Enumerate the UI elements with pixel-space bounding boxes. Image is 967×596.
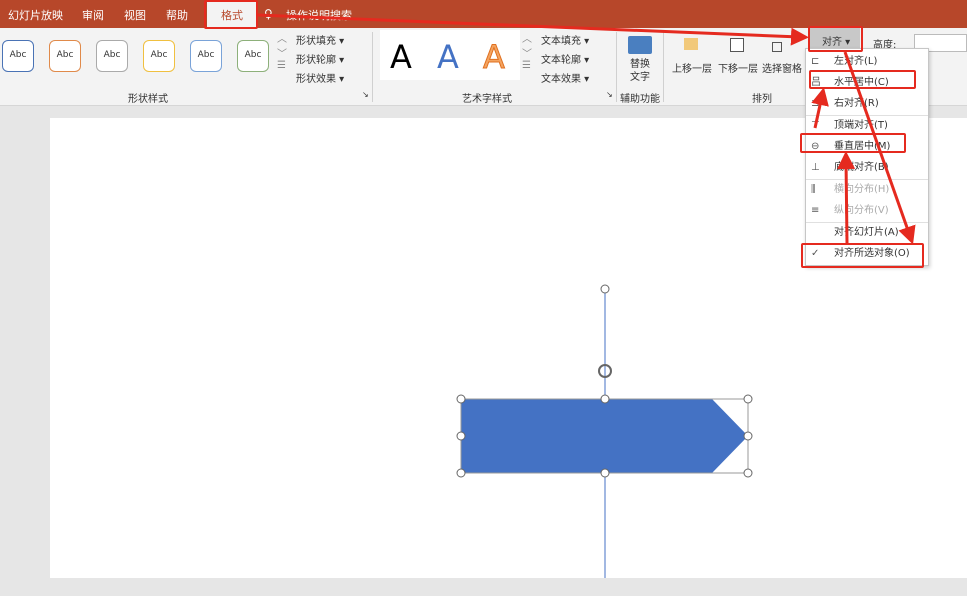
menu-item-label: 纵向分布(V) — [834, 205, 889, 216]
annotation-box-align-selected — [801, 243, 924, 268]
menu-item-label: 对齐幻灯片(A) — [834, 227, 899, 238]
align-bottom-icon: ⊥ — [811, 157, 820, 178]
menu-item-label: 顶端对齐(T) — [834, 120, 888, 131]
menu-item-distribute-vertical[interactable]: ≡ 纵向分布(V) — [806, 200, 928, 221]
menu-item-align-left[interactable]: ⊏ 左对齐(L) — [806, 51, 928, 72]
annotation-box-format-tab — [204, 0, 258, 29]
menu-item-label: 左对齐(L) — [834, 56, 877, 67]
pentagon-arrow-shape — [461, 399, 748, 473]
align-right-icon: ⊐ — [811, 93, 819, 114]
align-left-icon: ⊏ — [811, 51, 819, 72]
menu-item-label: 横向分布(H) — [834, 184, 889, 195]
distribute-vertical-icon: ≡ — [811, 200, 819, 221]
annotation-box-align — [808, 26, 863, 52]
menu-item-label: 右对齐(R) — [834, 98, 879, 109]
menu-item-align-bottom[interactable]: ⊥ 底端对齐(B) — [806, 157, 928, 178]
menu-item-align-to-slide[interactable]: 对齐幻灯片(A) — [806, 222, 928, 243]
menu-item-align-right[interactable]: ⊐ 右对齐(R) — [806, 93, 928, 114]
menu-item-label: 底端对齐(B) — [834, 162, 889, 173]
menu-item-distribute-horizontal[interactable]: ⫼ 横向分布(H) — [806, 179, 928, 200]
resize-handle — [601, 285, 609, 293]
distribute-horizontal-icon: ⫼ — [811, 179, 816, 200]
annotation-box-align-center — [809, 70, 916, 89]
annotation-box-align-middle — [800, 133, 906, 153]
